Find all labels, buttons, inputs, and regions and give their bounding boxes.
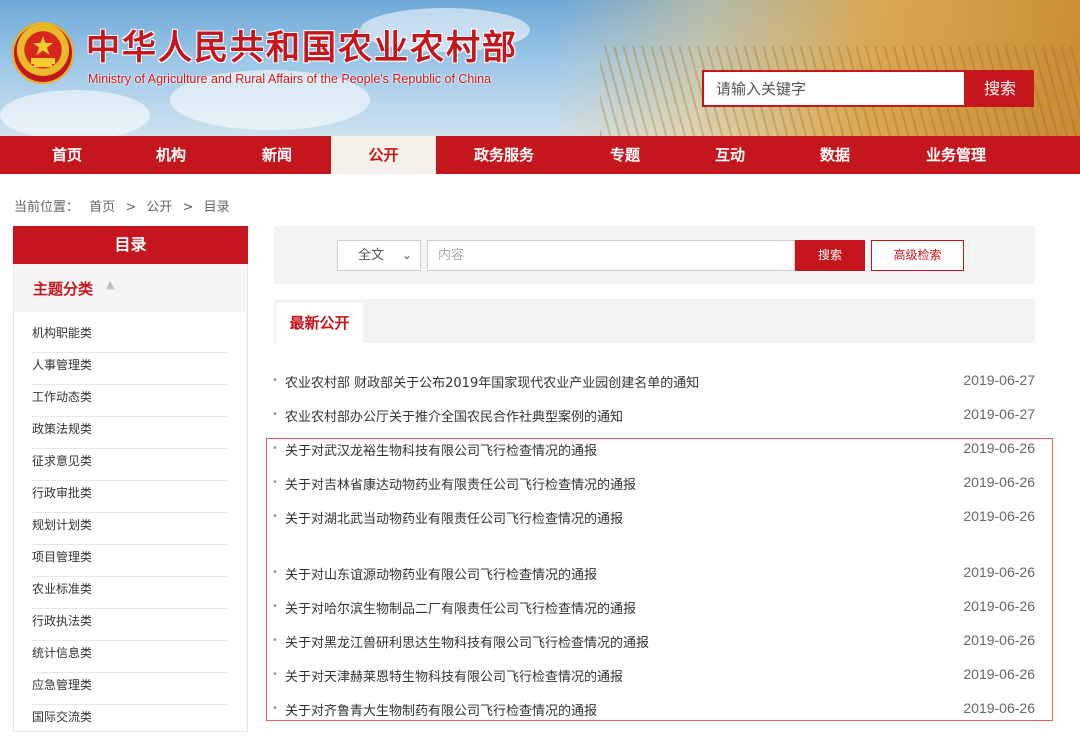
site-subtitle: Ministry of Agriculture and Rural Affair… bbox=[88, 72, 492, 86]
content-search-button[interactable]: 搜索 bbox=[795, 240, 865, 271]
site-title[interactable]: 中华人民共和国农业农村部 bbox=[86, 20, 518, 69]
caret-up-icon: ▲ bbox=[106, 278, 115, 291]
catalog-sidebar: 目录 主题分类 ▲ 机构职能类 人事管理类 工作动态类 政策法规类 征求意见类 … bbox=[13, 226, 248, 732]
banner-cloud bbox=[0, 90, 150, 136]
tab-latest-public[interactable]: 最新公开 bbox=[276, 303, 363, 343]
breadcrumb-public-link[interactable]: 公开 bbox=[146, 200, 172, 215]
national-emblem-icon[interactable] bbox=[12, 22, 74, 84]
sidebar-item-personnel[interactable]: 人事管理类 bbox=[32, 352, 227, 385]
nav-item-organization[interactable]: 机构 bbox=[122, 136, 220, 174]
sidebar-item-public-comments[interactable]: 征求意见类 bbox=[32, 448, 227, 481]
nav-item-home[interactable]: 首页 bbox=[18, 136, 116, 174]
news-list-item[interactable]: • 农业农村部办公厅关于推介全国农民合作社典型案例的通知 2019-06-27 bbox=[272, 406, 1035, 428]
breadcrumb: 当前位置： 首页 > 公开 > 目录 bbox=[14, 196, 236, 215]
sidebar-item-policies-regulations[interactable]: 政策法规类 bbox=[32, 416, 227, 449]
breadcrumb-home-link[interactable]: 首页 bbox=[89, 200, 115, 215]
header-search-input[interactable] bbox=[704, 72, 968, 105]
main-nav: 首页 机构 新闻 公开 政务服务 专题 互动 数据 业务管理 bbox=[0, 136, 1080, 174]
news-list-item[interactable]: • 农业农村部 财政部关于公布2019年国家现代农业产业园创建名单的通知 201… bbox=[272, 372, 1035, 394]
header-search-button[interactable]: 搜索 bbox=[966, 70, 1034, 107]
sidebar-item-project-management[interactable]: 项目管理类 bbox=[32, 544, 227, 577]
sidebar-item-organization-functions[interactable]: 机构职能类 bbox=[32, 320, 227, 353]
breadcrumb-separator: > bbox=[125, 200, 137, 215]
nav-item-government-services[interactable]: 政务服务 bbox=[444, 136, 564, 174]
news-title-link[interactable]: 农业农村部 财政部关于公布2019年国家现代农业产业园创建名单的通知 bbox=[285, 372, 699, 391]
nav-item-news[interactable]: 新闻 bbox=[228, 136, 326, 174]
topic-category-toggle[interactable]: 主题分类 ▲ bbox=[14, 264, 247, 312]
scope-select-value: 全文 bbox=[358, 248, 385, 263]
nav-item-data[interactable]: 数据 bbox=[786, 136, 884, 174]
nav-item-business-management[interactable]: 业务管理 bbox=[896, 136, 1016, 174]
sidebar-item-work-updates[interactable]: 工作动态类 bbox=[32, 384, 227, 417]
nav-item-interaction[interactable]: 互动 bbox=[681, 136, 779, 174]
sidebar-item-agricultural-standards[interactable]: 农业标准类 bbox=[32, 576, 227, 609]
breadcrumb-separator: > bbox=[182, 200, 194, 215]
annotation-highlight-box bbox=[266, 438, 1053, 721]
sidebar-item-law-enforcement[interactable]: 行政执法类 bbox=[32, 608, 227, 641]
bullet-icon: • bbox=[272, 409, 278, 420]
advanced-search-button[interactable]: 高级检索 bbox=[871, 240, 964, 271]
scope-select[interactable]: 全文 ⌄ bbox=[337, 240, 421, 271]
nav-item-public[interactable]: 公开 bbox=[331, 136, 436, 174]
news-title-link[interactable]: 农业农村部办公厅关于推介全国农民合作社典型案例的通知 bbox=[285, 406, 623, 425]
breadcrumb-label: 当前位置： bbox=[14, 200, 80, 215]
sidebar-item-emergency-management[interactable]: 应急管理类 bbox=[32, 672, 227, 705]
nav-item-topics[interactable]: 专题 bbox=[576, 136, 674, 174]
content-search-field[interactable] bbox=[427, 240, 795, 271]
header-search-field[interactable] bbox=[702, 70, 968, 107]
news-date: 2019-06-27 bbox=[963, 372, 1035, 388]
sidebar-item-administrative-approval[interactable]: 行政审批类 bbox=[32, 480, 227, 513]
site-header-banner: 中华人民共和国农业农村部 Ministry of Agriculture and… bbox=[0, 0, 1080, 136]
sidebar-header: 目录 bbox=[13, 226, 248, 264]
sidebar-item-planning[interactable]: 规划计划类 bbox=[32, 512, 227, 545]
bullet-icon: • bbox=[272, 375, 278, 386]
sidebar-item-international-exchange[interactable]: 国际交流类 bbox=[32, 704, 227, 736]
latest-tab-bar bbox=[274, 299, 1035, 343]
breadcrumb-current: 目录 bbox=[203, 200, 230, 215]
topic-category-label: 主题分类 bbox=[33, 280, 94, 298]
news-date: 2019-06-27 bbox=[963, 406, 1035, 422]
sidebar-item-statistics[interactable]: 统计信息类 bbox=[32, 640, 227, 673]
content-search-input[interactable] bbox=[428, 241, 788, 270]
chevron-down-icon: ⌄ bbox=[401, 248, 412, 262]
